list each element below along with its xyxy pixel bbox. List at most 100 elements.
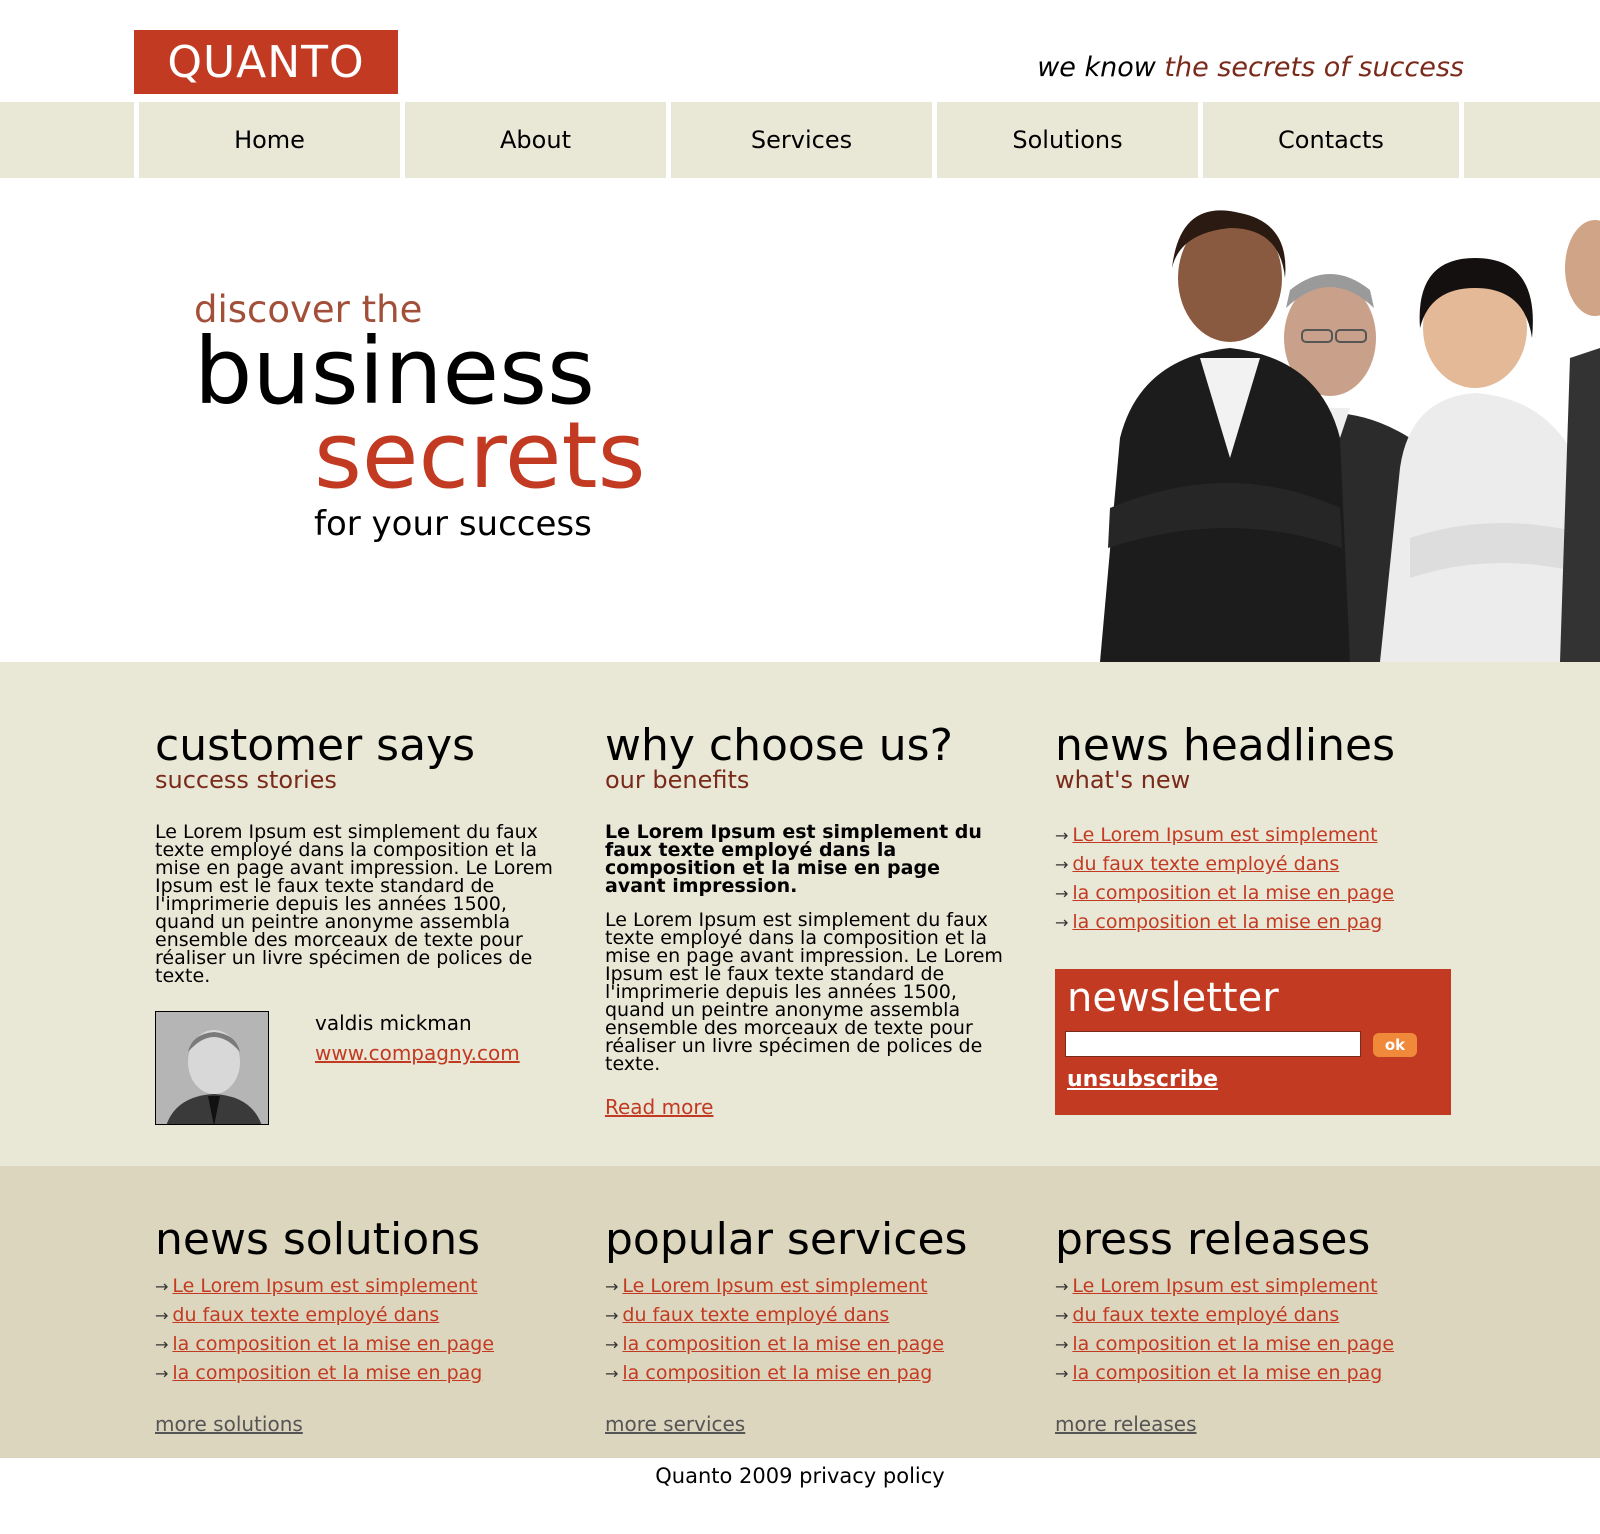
solutions-link[interactable]: Le Lorem Ipsum est simplement: [172, 1275, 477, 1297]
logo[interactable]: QUANTO: [134, 30, 398, 94]
list-item: → la composition et la mise en pag: [155, 1359, 575, 1388]
hero-banner: discover the business secrets for your s…: [0, 178, 1600, 662]
list-item: → Le Lorem Ipsum est simplement: [605, 1272, 1025, 1301]
arrow-right-icon: →: [605, 1306, 619, 1325]
releases-link[interactable]: Le Lorem Ipsum est simplement: [1072, 1275, 1377, 1297]
arrow-right-icon: →: [1055, 1306, 1069, 1325]
list-item: → Le Lorem Ipsum est simplement: [1055, 1272, 1475, 1301]
solutions-link[interactable]: du faux texte employé dans: [172, 1304, 439, 1326]
news-headlines-section: news headlines what's new → Le Lorem Ipsu…: [1055, 662, 1455, 1116]
hero-line-success: for your success: [314, 504, 592, 544]
why-choose-subtitle: our benefits: [605, 766, 750, 794]
newsletter-ok-button[interactable]: ok: [1373, 1033, 1417, 1058]
solutions-link[interactable]: la composition et la mise en page: [172, 1333, 494, 1355]
news-link[interactable]: Le Lorem Ipsum est simplement: [1072, 824, 1377, 846]
why-choose-text: Le Lorem Ipsum est simplement du faux te…: [605, 909, 1003, 1076]
bottom-links-band: news solutions → Le Lorem Ipsum est simpl…: [0, 1166, 1600, 1458]
news-link[interactable]: du faux texte employé dans: [1072, 853, 1339, 875]
nav-item-services[interactable]: Services: [666, 102, 932, 178]
news-headlines-subtitle: what's new: [1055, 766, 1191, 794]
releases-link[interactable]: la composition et la mise en page: [1072, 1333, 1394, 1355]
arrow-right-icon: →: [155, 1335, 169, 1354]
solutions-link[interactable]: la composition et la mise en pag: [172, 1362, 482, 1384]
nav-item-contacts[interactable]: Contacts: [1198, 102, 1464, 178]
list-item: → du faux texte employé dans: [1055, 1301, 1475, 1330]
list-item: → Le Lorem Ipsum est simplement: [155, 1272, 575, 1301]
news-solutions-list: → Le Lorem Ipsum est simplement → du faux …: [155, 1272, 575, 1388]
more-releases-link[interactable]: more releases: [1055, 1412, 1475, 1436]
unsubscribe-link[interactable]: unsubscribe: [1067, 1067, 1218, 1092]
popular-services-title: popular services: [605, 1214, 968, 1265]
list-item: → la composition et la mise en pag: [1055, 1359, 1475, 1388]
arrow-right-icon: →: [1055, 1364, 1069, 1383]
arrow-right-icon: →: [1055, 826, 1069, 846]
hero-line-secrets: secrets: [314, 402, 646, 509]
list-item: → la composition et la mise en page: [155, 1330, 575, 1359]
news-solutions-section: news solutions → Le Lorem Ipsum est simpl…: [155, 1166, 575, 1437]
list-item: → la composition et la mise en page: [1055, 1330, 1475, 1359]
tagline-prefix: we know: [1037, 52, 1165, 83]
newsletter-box: newsletter ok unsubscribe: [1055, 969, 1451, 1116]
hero-team-photo: [1100, 210, 1600, 662]
why-choose-section: why choose us? our benefits Le Lorem Ips…: [605, 662, 1005, 1120]
arrow-right-icon: →: [155, 1364, 169, 1383]
news-headlines-list: → Le Lorem Ipsum est simplement → du faux …: [1055, 821, 1455, 937]
popular-services-list: → Le Lorem Ipsum est simplement → du faux …: [605, 1272, 1025, 1388]
nav-item-solutions[interactable]: Solutions: [932, 102, 1198, 178]
services-link[interactable]: la composition et la mise en page: [622, 1333, 944, 1355]
why-choose-title: why choose us?: [605, 720, 953, 771]
more-services-link[interactable]: more services: [605, 1412, 1025, 1436]
arrow-right-icon: →: [605, 1335, 619, 1354]
list-item: → la composition et la mise en page: [1055, 879, 1455, 908]
testimonial-name: valdis mickman: [315, 1011, 472, 1036]
newsletter-title: newsletter: [1067, 975, 1279, 1022]
footer: Quanto 2009 privacy policy: [0, 1464, 1600, 1488]
testimonial-person: valdis mickman www.compagny.com: [155, 1011, 555, 1127]
read-more-link[interactable]: Read more: [605, 1095, 1005, 1119]
arrow-right-icon: →: [1055, 855, 1069, 875]
newsletter-email-input[interactable]: [1065, 1031, 1361, 1058]
customer-says-subtitle: success stories: [155, 766, 337, 794]
services-link[interactable]: la composition et la mise en pag: [622, 1362, 932, 1384]
content-band: customer says success stories Le Lorem I…: [0, 662, 1600, 1166]
tagline: we know the secrets of success: [1037, 52, 1464, 83]
services-link[interactable]: du faux texte employé dans: [622, 1304, 889, 1326]
news-link[interactable]: la composition et la mise en pag: [1072, 911, 1382, 933]
testimonial-avatar: [155, 1011, 269, 1126]
footer-text: Quanto 2009 privacy policy: [655, 1464, 945, 1488]
releases-link[interactable]: la composition et la mise en pag: [1072, 1362, 1382, 1384]
services-link[interactable]: Le Lorem Ipsum est simplement: [622, 1275, 927, 1297]
list-item: → du faux texte employé dans: [155, 1301, 575, 1330]
arrow-right-icon: →: [605, 1277, 619, 1296]
popular-services-section: popular services → Le Lorem Ipsum est sim…: [605, 1166, 1025, 1437]
list-item: → du faux texte employé dans: [605, 1301, 1025, 1330]
list-item: → la composition et la mise en pag: [605, 1359, 1025, 1388]
press-releases-title: press releases: [1055, 1214, 1371, 1265]
arrow-right-icon: →: [1055, 1277, 1069, 1296]
arrow-right-icon: →: [155, 1306, 169, 1325]
tagline-accent: the secrets of success: [1164, 52, 1464, 83]
arrow-right-icon: →: [155, 1277, 169, 1296]
list-item: → du faux texte employé dans: [1055, 850, 1455, 879]
list-item: → Le Lorem Ipsum est simplement: [1055, 821, 1455, 850]
news-solutions-title: news solutions: [155, 1214, 481, 1265]
customer-says-section: customer says success stories Le Lorem I…: [155, 662, 555, 1127]
customer-says-title: customer says: [155, 720, 476, 771]
arrow-right-icon: →: [1055, 884, 1069, 904]
list-item: → la composition et la mise en pag: [1055, 908, 1455, 937]
arrow-right-icon: →: [605, 1364, 619, 1383]
press-releases-list: → Le Lorem Ipsum est simplement → du faux …: [1055, 1272, 1475, 1388]
nav-item-home[interactable]: Home: [134, 102, 400, 178]
news-link[interactable]: la composition et la mise en page: [1072, 882, 1394, 904]
why-choose-bold-text: Le Lorem Ipsum est simplement du faux te…: [605, 821, 982, 898]
news-headlines-title: news headlines: [1055, 720, 1396, 771]
arrow-right-icon: →: [1055, 913, 1069, 933]
nav-item-about[interactable]: About: [400, 102, 666, 178]
list-item: → la composition et la mise en page: [605, 1330, 1025, 1359]
releases-link[interactable]: du faux texte employé dans: [1072, 1304, 1339, 1326]
arrow-right-icon: →: [1055, 1335, 1069, 1354]
press-releases-section: press releases → Le Lorem Ipsum est simpl…: [1055, 1166, 1475, 1437]
more-solutions-link[interactable]: more solutions: [155, 1412, 575, 1436]
testimonial-website-link[interactable]: www.compagny.com: [315, 1041, 520, 1065]
customer-says-text: Le Lorem Ipsum est simplement du faux te…: [155, 821, 553, 988]
